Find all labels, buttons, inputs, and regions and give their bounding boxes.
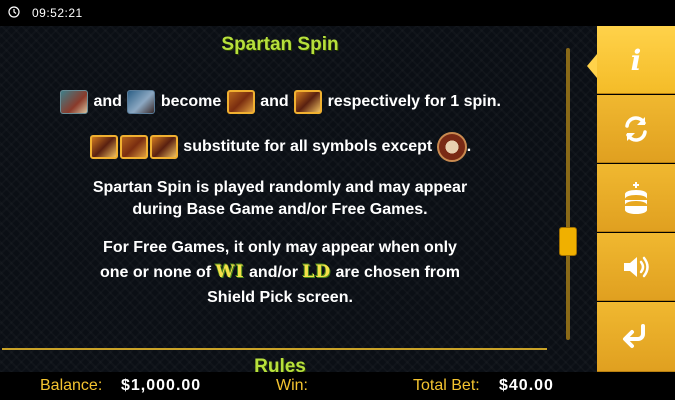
info-icon: i [631, 44, 642, 77]
text-period: . [466, 138, 472, 156]
text-and-or: and/or [249, 264, 298, 281]
text-substitute: substitute for all symbols except [183, 138, 433, 156]
svg-text:i: i [631, 44, 642, 77]
text-and: and [260, 93, 289, 111]
scrollbar-thumb[interactable] [559, 227, 577, 256]
shield-scatter-icon [436, 132, 467, 162]
back-button[interactable] [597, 302, 675, 372]
autoplay-icon [625, 115, 647, 142]
status-time: 09:52:21 [32, 6, 83, 20]
active-indicator [587, 54, 597, 78]
scrollbar-track[interactable] [566, 48, 570, 340]
total-bet-label: Total Bet: [413, 377, 480, 394]
sound-button[interactable] [597, 233, 675, 301]
paytable-panel[interactable]: Spartan Spin and become and respectively… [0, 26, 597, 372]
text-and: and [93, 93, 122, 111]
symbol-spartan-wild-2-icon [119, 135, 148, 159]
symbol-spartan-wild-3-icon [149, 135, 178, 159]
text-line-substitute: substitute for all symbols except . [0, 132, 560, 162]
section-title-spartan-spin: Spartan Spin [221, 34, 339, 55]
text-one-or-none: one or none of [99, 264, 212, 281]
balance-value: $1,000.00 [121, 377, 202, 394]
symbol-warrior-man-icon [127, 90, 156, 114]
symbol-spartan-wild-woman-icon [226, 90, 255, 114]
para1-line2: during Base Game and/or Free Games. [132, 201, 428, 218]
para2-line1: For Free Games, it only may appear when … [103, 239, 457, 256]
text-line-become: and become and respectively for 1 spin. [0, 90, 560, 114]
symbol-spartan-wild-1-icon [89, 135, 118, 159]
section-title-rules: Rules [254, 356, 306, 372]
win-label: Win: [276, 377, 308, 394]
para2-line3: Shield Pick screen. [207, 289, 353, 306]
speaker-icon [624, 256, 649, 277]
status-bar: 09:52:21 [0, 0, 675, 26]
bet-button[interactable] [597, 164, 675, 232]
coin-stack-icon [625, 181, 647, 214]
info-button[interactable]: i [587, 26, 675, 94]
balance-label: Balance: [40, 377, 103, 394]
total-bet-value: $40.00 [499, 377, 554, 394]
section-divider [2, 348, 547, 350]
wi-logo-text: WI [215, 262, 245, 282]
symbol-spartan-wild-man-icon [294, 90, 323, 114]
clock-icon [8, 6, 20, 18]
text-respectively: respectively for 1 spin. [327, 93, 501, 111]
text-chosen-from: are chosen from [335, 264, 461, 281]
ld-logo-text: LD [302, 262, 332, 282]
sidebar-menu: i [587, 26, 675, 372]
symbol-warrior-woman-icon [60, 90, 89, 114]
return-icon [623, 323, 645, 348]
text-become: become [160, 93, 222, 111]
para2-line2: one or none of WI and/or LD are chosen f… [0, 260, 560, 285]
bottom-status-bar: Balance: $1,000.00 Win: Total Bet: $40.0… [0, 372, 675, 400]
para1-line1: Spartan Spin is played randomly and may … [92, 179, 468, 196]
autoplay-button[interactable] [597, 95, 675, 163]
